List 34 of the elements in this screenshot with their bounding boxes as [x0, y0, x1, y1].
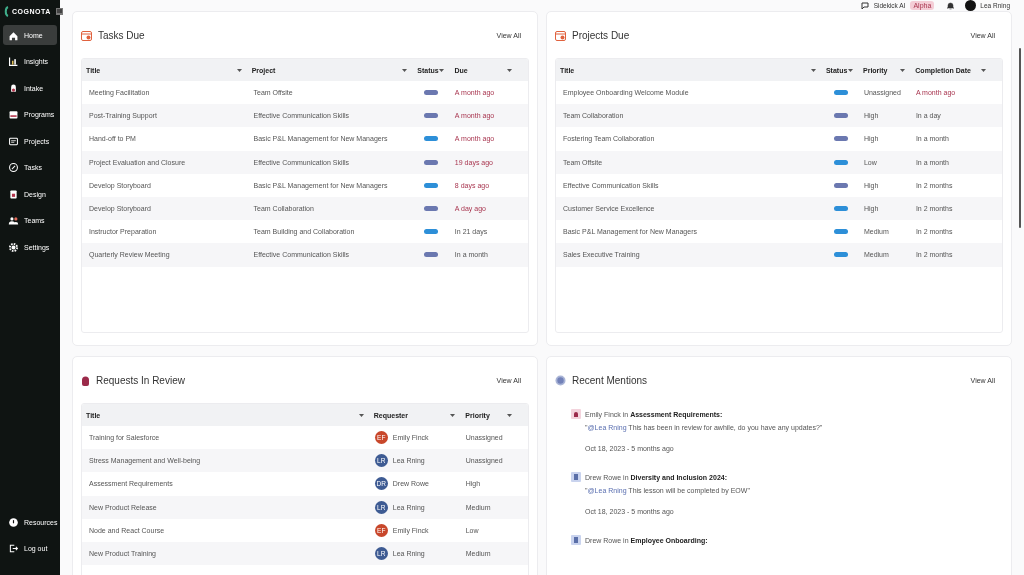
sort-icon[interactable] — [236, 68, 242, 72]
card-title: Requests In Review — [96, 374, 185, 386]
document-icon — [571, 472, 581, 482]
sort-icon[interactable] — [450, 413, 456, 417]
check-circle-icon — [8, 162, 19, 173]
calendar-icon — [555, 29, 566, 41]
logout-icon — [8, 543, 19, 554]
document-icon — [571, 535, 581, 545]
document-icon — [8, 188, 19, 200]
card-title: Recent Mentions — [572, 374, 648, 386]
sort-icon[interactable] — [506, 413, 512, 417]
sort-icon[interactable] — [900, 68, 906, 72]
sort-icon[interactable] — [810, 68, 816, 72]
logo-icon — [4, 6, 9, 17]
collapse-icon[interactable] — [55, 8, 63, 15]
calendar-icon — [81, 29, 92, 41]
sort-icon[interactable] — [506, 68, 512, 72]
card-title: Tasks Due — [98, 29, 145, 41]
card-icon — [8, 135, 19, 147]
sort-icon[interactable] — [439, 68, 445, 72]
scrollbar[interactable] — [1019, 48, 1021, 228]
sort-icon[interactable] — [980, 68, 986, 72]
people-icon — [8, 215, 19, 226]
avatar-icon[interactable] — [965, 0, 977, 11]
mention-icon — [555, 374, 566, 386]
sort-icon[interactable] — [358, 413, 364, 417]
sort-icon[interactable] — [848, 68, 853, 72]
house-icon — [8, 29, 19, 41]
sort-icon[interactable] — [402, 68, 408, 72]
chart-icon — [8, 56, 19, 67]
chat-icon — [860, 1, 870, 10]
card-title: Projects Due — [572, 29, 630, 41]
bell-icon[interactable] — [947, 1, 955, 10]
settings-icon — [8, 241, 19, 253]
